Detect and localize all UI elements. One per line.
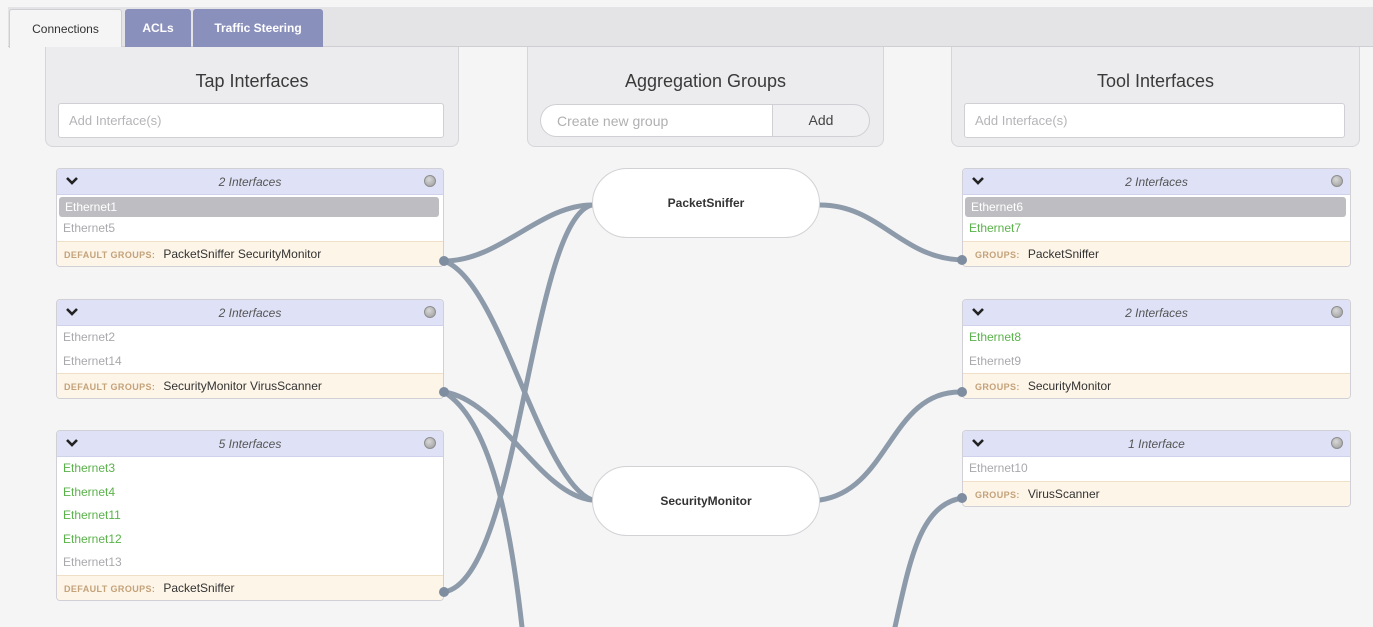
connector-dot-icon xyxy=(957,387,967,397)
connector-dot-icon xyxy=(957,255,967,265)
wire-endpoints xyxy=(439,255,967,597)
connector-dot-icon xyxy=(439,387,449,397)
connector-dot-icon xyxy=(957,493,967,503)
connector-dot-icon xyxy=(439,256,449,266)
connector-dot-icon xyxy=(439,587,449,597)
